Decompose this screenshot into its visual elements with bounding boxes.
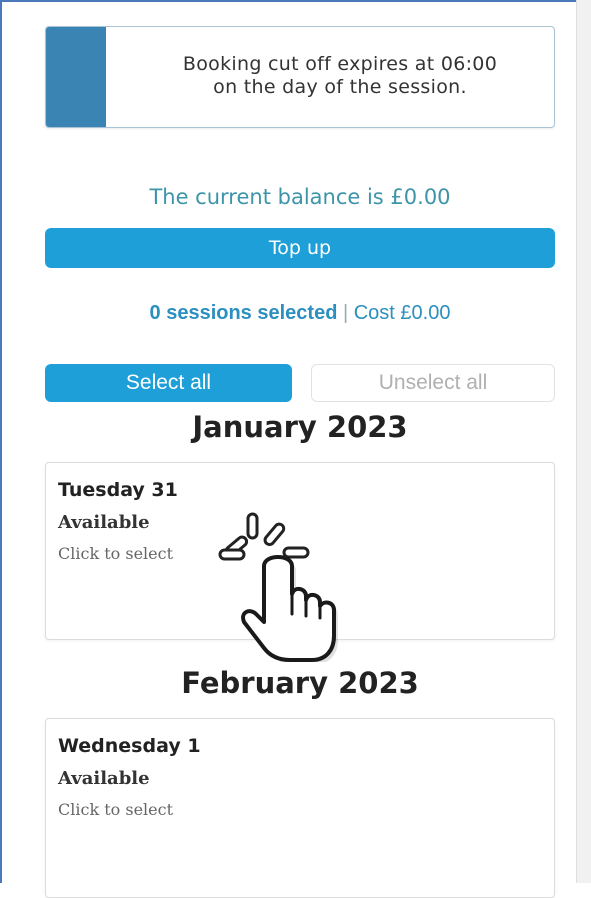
session-hint: Click to select [58, 800, 174, 819]
session-day: Wednesday 1 [58, 735, 201, 757]
hand-pointer-click-icon [218, 512, 338, 662]
notice-accent-bar [46, 27, 106, 127]
select-all-button[interactable]: Select all [45, 364, 292, 402]
notice-line-1: Booking cut off expires at 06:00 [182, 53, 498, 75]
month-heading-february: February 2023 [181, 666, 419, 700]
session-card-wednesday-1[interactable]: Wednesday 1 Available Click to select [45, 718, 555, 898]
notice-text: Booking cut off expires at 06:00 on the … [136, 53, 544, 99]
session-day: Tuesday 31 [58, 479, 178, 501]
month-heading-january: January 2023 [192, 410, 408, 444]
sessions-selected-count: 0 sessions selected [149, 302, 338, 324]
top-up-button[interactable]: Top up [45, 228, 555, 268]
session-status: Available [58, 512, 150, 533]
page-frame: Booking cut off expires at 06:00 on the … [0, 0, 576, 898]
session-hint: Click to select [58, 544, 174, 563]
unselect-all-button[interactable]: Unselect all [311, 364, 555, 402]
current-balance: The current balance is £0.00 [149, 185, 451, 209]
selection-summary: 0 sessions selected | Cost £0.00 [45, 302, 555, 325]
summary-separator: | [342, 302, 349, 324]
total-cost: Cost £0.00 [353, 302, 451, 324]
session-status: Available [58, 768, 150, 789]
notice-line-2: on the day of the session. [213, 76, 467, 98]
booking-cutoff-notice: Booking cut off expires at 06:00 on the … [45, 26, 555, 128]
right-scroll-gutter [576, 0, 591, 883]
